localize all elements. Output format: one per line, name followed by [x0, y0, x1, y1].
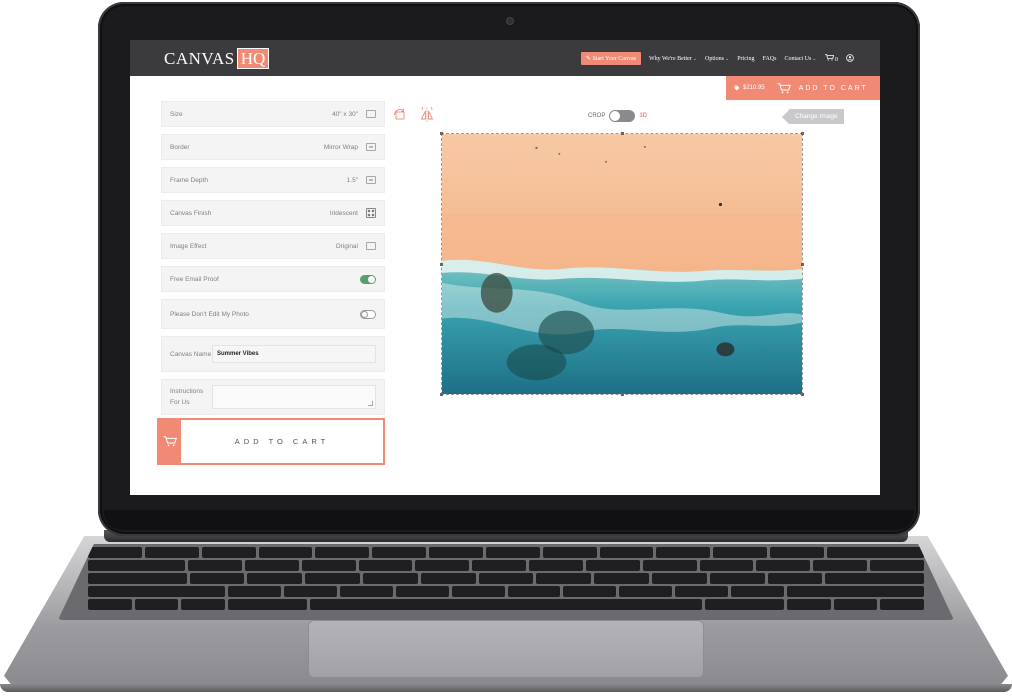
laptop-keyboard	[58, 544, 954, 620]
instructions-label: Instructions For Us	[170, 388, 204, 406]
toggle-knob	[368, 275, 375, 283]
mode-3d-label: 3D	[639, 113, 648, 119]
flip-button[interactable]	[418, 106, 436, 124]
option-border[interactable]: Border Mirror Wrap	[161, 134, 385, 160]
option-image-effect[interactable]: Image Effect Original	[161, 233, 385, 259]
logo-box: HQ	[236, 48, 270, 69]
price-value: $210.95	[743, 85, 765, 91]
toggle-knob	[361, 310, 368, 318]
crop-handle[interactable]	[621, 132, 624, 135]
change-image-label: Change Image	[789, 109, 844, 124]
flip-icon	[420, 107, 434, 122]
crop-handle[interactable]	[801, 132, 804, 135]
add-to-cart-button-label: ADD TO CART	[234, 437, 330, 446]
option-email-proof: Free Email Proof	[161, 266, 385, 292]
nav-contact[interactable]: Contact Us⌄	[784, 56, 816, 62]
screen: CANVAS HQ ✎ Start Your Canvas Why We're …	[130, 40, 880, 495]
crop-handle[interactable]	[801, 393, 804, 396]
option-size-label: Size	[170, 110, 183, 118]
nav-why-better[interactable]: Why We're Better⌄	[649, 56, 697, 62]
option-dont-edit-label: Please Don't Edit My Photo	[170, 310, 249, 318]
nav-faqs[interactable]: FAQs	[763, 56, 777, 62]
option-dont-edit: Please Don't Edit My Photo	[161, 299, 385, 329]
option-image-effect-label: Image Effect	[170, 242, 207, 250]
webcam	[506, 17, 514, 25]
crop-handle[interactable]	[440, 393, 443, 396]
border-icon	[366, 143, 376, 151]
add-to-cart-label: ADD TO CART	[798, 84, 868, 92]
crop-3d-switch: CROP 3D	[588, 110, 647, 122]
option-email-proof-label: Free Email Proof	[170, 275, 219, 283]
option-frame-depth-label: Frame Depth	[170, 176, 208, 184]
frame-depth-icon	[366, 176, 376, 184]
email-proof-toggle[interactable]	[360, 274, 376, 284]
size-icon	[366, 110, 376, 118]
cart-icon	[159, 420, 181, 463]
main-nav: ✎ Start Your Canvas Why We're Better⌄ Op…	[580, 52, 854, 65]
change-image-button[interactable]: Change Image	[782, 109, 844, 124]
finish-icon	[366, 208, 376, 218]
nav-why-better-label: Why We're Better	[648, 55, 692, 62]
nav-options[interactable]: Options⌄	[705, 56, 729, 62]
start-canvas-label: Start Your Canvas	[592, 56, 636, 62]
start-canvas-button[interactable]: ✎ Start Your Canvas	[580, 52, 641, 65]
chevron-down-icon: ⌄	[692, 56, 697, 62]
crop-handle[interactable]	[440, 263, 443, 266]
option-border-value: Mirror Wrap	[323, 143, 358, 151]
price-display: $210.95	[734, 85, 765, 91]
crop-handle[interactable]	[621, 393, 624, 396]
cart-icon	[777, 82, 791, 94]
navbar: CANVAS HQ ✎ Start Your Canvas Why We're …	[130, 40, 880, 76]
option-instructions: Instructions For Us	[161, 379, 385, 415]
rotate-button[interactable]	[391, 106, 409, 124]
image-effect-icon	[366, 242, 376, 250]
arrow-left-icon	[782, 109, 789, 124]
instructions-textarea[interactable]	[212, 385, 376, 409]
rotate-icon	[394, 108, 405, 120]
dont-edit-toggle[interactable]	[360, 309, 376, 319]
canvas-name-label: Canvas Name	[170, 350, 212, 358]
price-tag-icon	[734, 85, 740, 91]
option-canvas-finish[interactable]: Canvas Finish Iridescent	[161, 200, 385, 226]
option-frame-depth[interactable]: Frame Depth 1.5"	[161, 167, 385, 193]
option-image-effect-value: Original	[335, 242, 358, 250]
site-logo[interactable]: CANVAS HQ	[164, 48, 270, 69]
crop-handle[interactable]	[801, 263, 804, 266]
nav-contact-label: Contact Us	[784, 55, 812, 62]
option-size[interactable]: Size 40" x 30"	[161, 101, 385, 127]
laptop-foot	[0, 684, 1012, 692]
laptop-mockup: CANVAS HQ ✎ Start Your Canvas Why We're …	[0, 0, 1012, 699]
option-size-value: 40" x 30"	[332, 110, 358, 118]
user-icon[interactable]	[846, 53, 854, 64]
option-canvas-finish-value: Iridescent	[329, 209, 358, 217]
canvas-preview[interactable]	[440, 132, 804, 396]
trackpad	[308, 620, 704, 678]
crop-label: CROP	[588, 113, 606, 119]
add-to-cart-button[interactable]: ADD TO CART	[157, 418, 385, 465]
option-border-label: Border	[170, 143, 190, 151]
logo-text: CANVAS	[164, 48, 235, 68]
nav-options-label: Options	[704, 55, 724, 62]
cart-count: 0	[835, 57, 838, 63]
option-canvas-finish-label: Canvas Finish	[170, 209, 212, 217]
nav-pricing[interactable]: Pricing	[737, 56, 754, 62]
canvas-name-input[interactable]: Summer Vibes	[212, 345, 376, 363]
nav-cart[interactable]: 0	[824, 54, 838, 63]
option-frame-depth-value: 1.5"	[346, 176, 358, 184]
toggle-knob	[610, 111, 621, 121]
crop-handle[interactable]	[440, 132, 443, 135]
chevron-down-icon: ⌄	[725, 56, 730, 62]
laptop-chin	[104, 510, 914, 530]
beach-photo	[442, 134, 802, 394]
chevron-down-icon: ⌄	[812, 56, 817, 62]
crop-3d-toggle[interactable]	[609, 110, 636, 122]
option-canvas-name: Canvas Name Summer Vibes	[161, 336, 385, 372]
options-panel: Size 40" x 30" Border Mirror Wrap Frame …	[161, 101, 385, 422]
cart-icon	[824, 54, 834, 61]
add-to-cart-bar[interactable]: $210.95 ADD TO CART	[726, 76, 880, 100]
